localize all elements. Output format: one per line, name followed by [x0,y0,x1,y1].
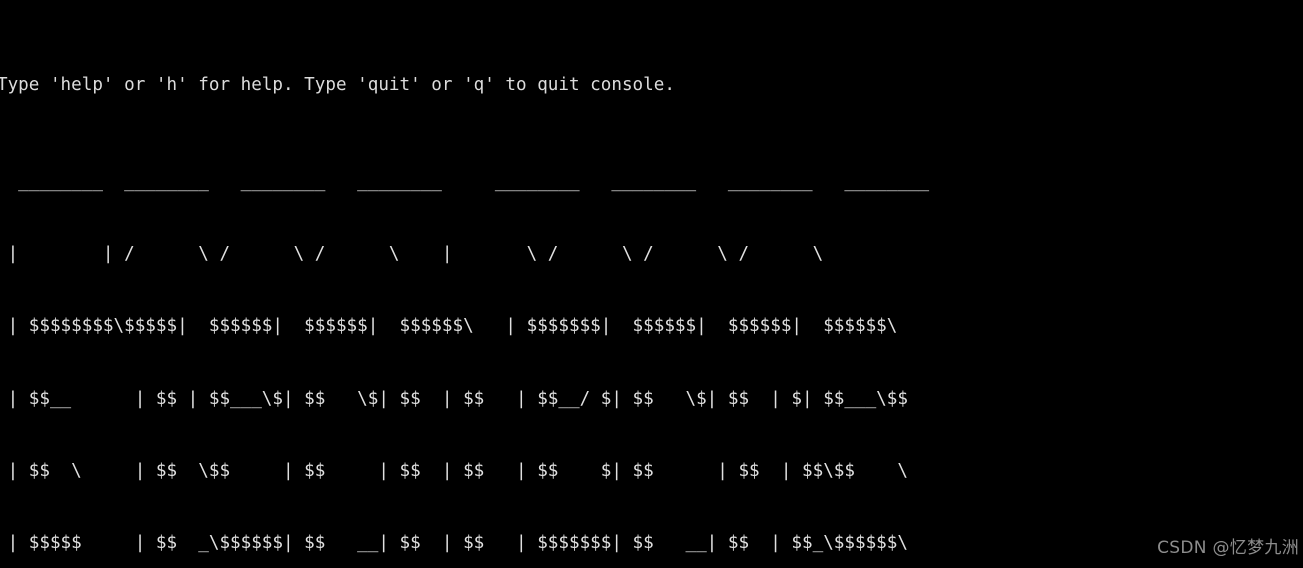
help-hint-line: Type 'help' or 'h' for help. Type 'quit'… [0,75,675,96]
terminal-window[interactable]: Type 'help' or 'h' for help. Type 'quit'… [0,0,1303,568]
banner-line-4: | $$__ | $$ | $$___\$| $$ \$| $$ | $$ | … [0,388,908,409]
banner-line-2: | | / \ / \ / \ | \ / \ / \ / \ [0,243,824,264]
terminal-screen: Type 'help' or 'h' for help. Type 'quit'… [0,1,1303,568]
banner-line-1: ________ ________ ________ ________ ____… [0,171,930,192]
banner-line-3: | $$$$$$$$\$$$$$| $$$$$$| $$$$$$| $$$$$$… [0,316,898,337]
banner-line-6: | $$$$$ | $$ _\$$$$$$| $$ __| $$ | $$ | … [0,533,908,554]
banner-line-5: | $$ \ | $$ \$$ | $$ | $$ | $$ | $$ $| $… [0,460,908,481]
